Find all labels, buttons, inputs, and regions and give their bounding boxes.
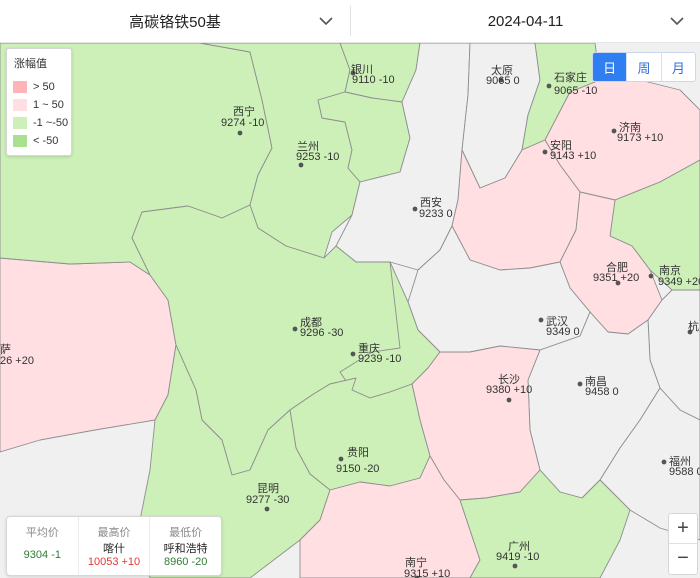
city-value: 9458 0 bbox=[585, 386, 619, 398]
avg-price-label: 平均价 bbox=[25, 527, 59, 539]
city-dot bbox=[661, 459, 667, 465]
top-bar: 高碳铬铁50基 2024-04-11 bbox=[0, 0, 700, 43]
legend-label: > 50 bbox=[33, 81, 55, 93]
city-name: 贵阳 bbox=[347, 446, 369, 459]
city-value: 9274 -10 bbox=[221, 117, 264, 129]
city-value: 9150 -20 bbox=[336, 463, 379, 475]
city-value: 9419 -10 bbox=[496, 551, 539, 563]
city-value: 9588 0 bbox=[669, 466, 700, 478]
zoom-out-button[interactable]: − bbox=[669, 543, 697, 573]
city-dot bbox=[542, 149, 548, 155]
legend-item[interactable]: > 50 bbox=[13, 80, 55, 94]
city-value: 9349 +20 bbox=[658, 276, 700, 288]
city-dot bbox=[512, 563, 518, 569]
legend-label: 1 ~ 50 bbox=[33, 99, 64, 111]
city-value: 9233 0 bbox=[419, 208, 453, 220]
legend-title: 涨幅值 bbox=[14, 58, 47, 70]
city-value: 9277 -30 bbox=[246, 494, 289, 506]
zoom-control: + − bbox=[668, 513, 698, 575]
high-price-label: 最高价 bbox=[97, 527, 131, 539]
province-map[interactable]: 银川 9110 -10 太原 9065 0 石家庄 9065 -10 西宁 92… bbox=[0, 43, 700, 578]
city-value: 26 +20 bbox=[0, 355, 34, 367]
legend-swatch bbox=[13, 81, 27, 93]
period-month-button[interactable]: 月 bbox=[662, 53, 695, 81]
city-dot bbox=[538, 317, 544, 323]
city-value: 9315 +10 bbox=[404, 568, 450, 578]
legend-swatch bbox=[13, 135, 27, 147]
city-name: 南宁 bbox=[405, 555, 427, 569]
period-toggle: 日 周 月 bbox=[592, 52, 696, 82]
city-value: 9380 +10 bbox=[486, 384, 532, 396]
legend-label: < -50 bbox=[33, 135, 59, 147]
city-dot bbox=[298, 162, 304, 168]
map-legend: 涨幅值 > 50 1 ~ 50 -1 ~-50 < -50 bbox=[6, 48, 72, 156]
city-value: 9173 +10 bbox=[617, 132, 663, 144]
price-summary-panel: 平均价 9304 -1 最高价 喀什 10053 +10 最低价 呼和浩特 89… bbox=[6, 516, 222, 576]
city-dot bbox=[648, 273, 654, 279]
city-dot bbox=[577, 381, 583, 387]
city-dot bbox=[292, 326, 298, 332]
city-dot bbox=[546, 83, 552, 89]
city-dot bbox=[338, 456, 344, 462]
city-dot bbox=[264, 506, 270, 512]
city-value: 9065 0 bbox=[486, 75, 520, 87]
city-value: 9239 -10 bbox=[358, 353, 401, 365]
legend-item[interactable]: -1 ~-50 bbox=[13, 116, 68, 130]
date-select[interactable]: 2024-04-11 bbox=[351, 0, 700, 42]
city-dot bbox=[237, 130, 243, 136]
high-price-column: 最高价 喀什 10053 +10 bbox=[79, 517, 151, 575]
city-value: 9110 -10 bbox=[352, 74, 395, 86]
city-name: 杭 bbox=[688, 319, 699, 333]
city-value: 9065 -10 bbox=[554, 85, 597, 97]
product-select-label: 高碳铬铁50基 bbox=[129, 13, 221, 31]
avg-price-value: 9304 -1 bbox=[23, 549, 61, 561]
city-name: 南京 bbox=[659, 263, 681, 277]
high-price-city: 喀什 bbox=[103, 543, 125, 555]
city-value: 9296 -30 bbox=[300, 327, 343, 339]
city-name: 西宁 bbox=[233, 104, 255, 118]
city-value: 9253 -10 bbox=[296, 151, 339, 163]
product-select[interactable]: 高碳铬铁50基 bbox=[0, 0, 350, 42]
city-value: 9143 +10 bbox=[550, 150, 596, 162]
city-dot bbox=[412, 206, 418, 212]
legend-item[interactable]: 1 ~ 50 bbox=[13, 98, 64, 112]
avg-price-column: 平均价 9304 -1 bbox=[7, 517, 79, 575]
city-value: 9351 +20 bbox=[593, 272, 639, 284]
city-name: 石家庄 bbox=[554, 70, 587, 84]
high-price-value: 10053 +10 bbox=[87, 556, 141, 568]
chevron-down-icon bbox=[319, 17, 333, 26]
period-day-button[interactable]: 日 bbox=[593, 53, 628, 81]
zoom-in-button[interactable]: + bbox=[669, 514, 697, 543]
low-price-label: 最低价 bbox=[169, 527, 203, 539]
date-select-label: 2024-04-11 bbox=[487, 12, 564, 30]
low-price-column: 最低价 呼和浩特 8960 -20 bbox=[150, 517, 221, 575]
low-price-value: 8960 -20 bbox=[163, 556, 208, 568]
city-dot bbox=[506, 397, 512, 403]
city-name: 西安 bbox=[420, 195, 442, 209]
legend-label: -1 ~-50 bbox=[33, 117, 69, 129]
city-value: 9349 0 bbox=[546, 326, 580, 338]
low-price-city: 呼和浩特 bbox=[163, 543, 208, 555]
period-week-button[interactable]: 周 bbox=[627, 53, 662, 81]
legend-swatch bbox=[13, 117, 27, 129]
price-map[interactable]: 银川 9110 -10 太原 9065 0 石家庄 9065 -10 西宁 92… bbox=[0, 43, 700, 578]
city-dot bbox=[350, 351, 356, 357]
city-dot bbox=[611, 128, 617, 134]
legend-swatch bbox=[13, 99, 27, 111]
chevron-down-icon bbox=[670, 17, 684, 26]
legend-item[interactable]: < -50 bbox=[13, 134, 58, 148]
